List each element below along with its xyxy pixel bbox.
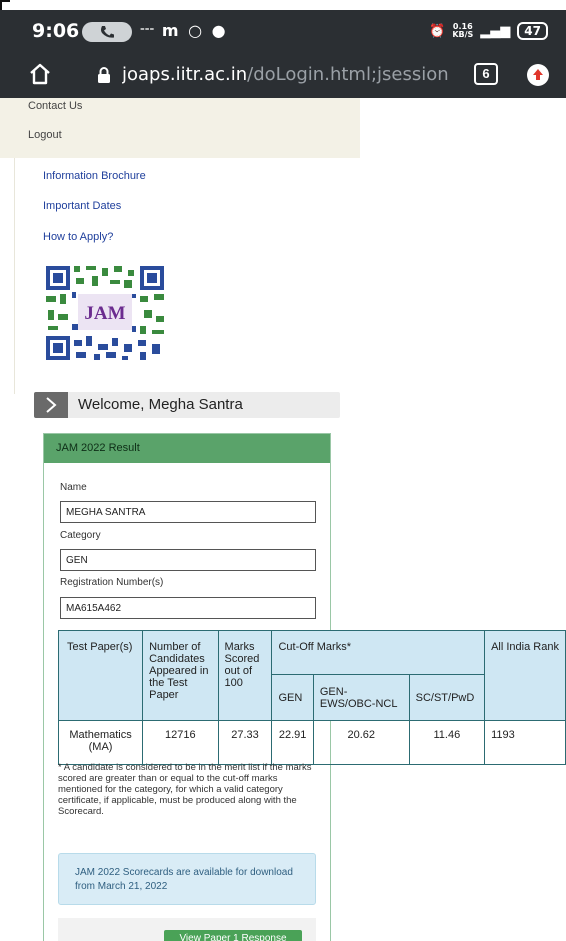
registration-label: Registration Number(s) — [60, 577, 164, 588]
network-indicator: m — [161, 21, 181, 40]
header-scst: SC/ST/PwD — [408, 674, 486, 721]
header-ews: GEN-EWS/OBC-NCL — [312, 674, 410, 721]
logout-link[interactable]: Logout — [28, 129, 62, 141]
cell-gen: 22.91 — [271, 720, 314, 765]
lock-icon[interactable] — [97, 67, 111, 88]
category-label: Category — [60, 530, 101, 541]
chat-icon: ● — [211, 21, 228, 40]
name-label: Name — [60, 482, 87, 493]
how-to-apply-link[interactable]: How to Apply? — [43, 231, 113, 243]
chevron-right-icon — [46, 397, 57, 413]
qr-code: JAM — [44, 264, 166, 367]
user-menu: Contact Us Logout — [0, 98, 360, 158]
registration-field: MA615A462 — [60, 597, 316, 619]
system-icons: ⏰ 0.16 KB/S ▂▄▆ 47 — [429, 22, 548, 40]
expand-button[interactable] — [34, 392, 68, 418]
status-time: 9:06 — [32, 20, 80, 42]
important-dates-link[interactable]: Important Dates — [43, 200, 121, 212]
notification-icons: ⁼⁼⁼ m ○ ● — [140, 21, 228, 40]
header-candidates: Number of Candidates Appeared in the Tes… — [142, 630, 219, 721]
tab-switcher-button[interactable]: 6 — [474, 63, 498, 85]
header-air: All India Rank — [484, 630, 566, 721]
cell-marks: 27.33 — [217, 720, 273, 765]
category-field: GEN — [60, 549, 316, 571]
welcome-text: Welcome, Megha Santra — [78, 396, 243, 413]
welcome-bar: Welcome, Megha Santra — [34, 392, 340, 418]
header-gen: GEN — [271, 674, 314, 721]
view-response-button[interactable]: View Paper 1 Response — [164, 930, 302, 941]
result-table: Test Paper(s) Number of Candidates Appea… — [57, 630, 566, 765]
cell-candidates: 12716 — [142, 720, 219, 765]
corner-marker — [0, 0, 10, 10]
cell-air: 1193 — [484, 720, 566, 765]
information-brochure-link[interactable]: Information Brochure — [43, 170, 146, 182]
table-row: Mathematics (MA) 12716 27.33 22.91 20.62… — [57, 720, 566, 765]
alarm-icon: ⏰ — [429, 23, 446, 39]
contact-us-link[interactable]: Contact Us — [28, 100, 82, 112]
home-icon[interactable] — [28, 62, 52, 91]
address-bar[interactable]: joaps.iitr.ac.in/doLogin.html;jsessionid… — [122, 64, 448, 85]
cell-paper: Mathematics (MA) — [57, 720, 144, 765]
whatsapp-icon: ○ — [188, 21, 205, 40]
status-bar: 9:06 ⁼⁼⁼ m ○ ● ⏰ 0.16 KB/S ▂▄▆ 47 — [0, 10, 566, 52]
header-marks: Marks Scored out of 100 — [217, 630, 273, 721]
header-test-paper: Test Paper(s) — [57, 630, 144, 721]
volte-icon: ⁼⁼⁼ — [140, 26, 155, 37]
table-header-row: Test Paper(s) Number of Candidates Appea… — [57, 630, 566, 721]
result-title: JAM 2022 Result — [44, 434, 330, 463]
cell-ews: 20.62 — [312, 720, 410, 765]
header-cutoff: Cut-Off Marks* — [271, 630, 486, 675]
screen: 9:06 ⁼⁼⁼ m ○ ● ⏰ 0.16 KB/S ▂▄▆ 47 joaps.… — [0, 0, 566, 941]
scorecard-notice: JAM 2022 Scorecards are available for do… — [58, 853, 316, 905]
call-indicator-icon[interactable] — [82, 22, 132, 42]
name-field: MEGHA SANTRA — [60, 501, 316, 523]
merit-footnote: * A candidate is considered to be in the… — [58, 762, 312, 817]
cell-scst: 11.46 — [408, 720, 486, 765]
update-icon[interactable] — [526, 63, 550, 92]
qr-logo: JAM — [84, 303, 125, 324]
signal-icon: ▂▄▆ — [480, 23, 511, 39]
network-speed: 0.16 KB/S — [452, 22, 474, 39]
battery-icon: 47 — [517, 22, 548, 40]
browser-toolbar: joaps.iitr.ac.in/doLogin.html;jsessionid… — [0, 52, 566, 98]
